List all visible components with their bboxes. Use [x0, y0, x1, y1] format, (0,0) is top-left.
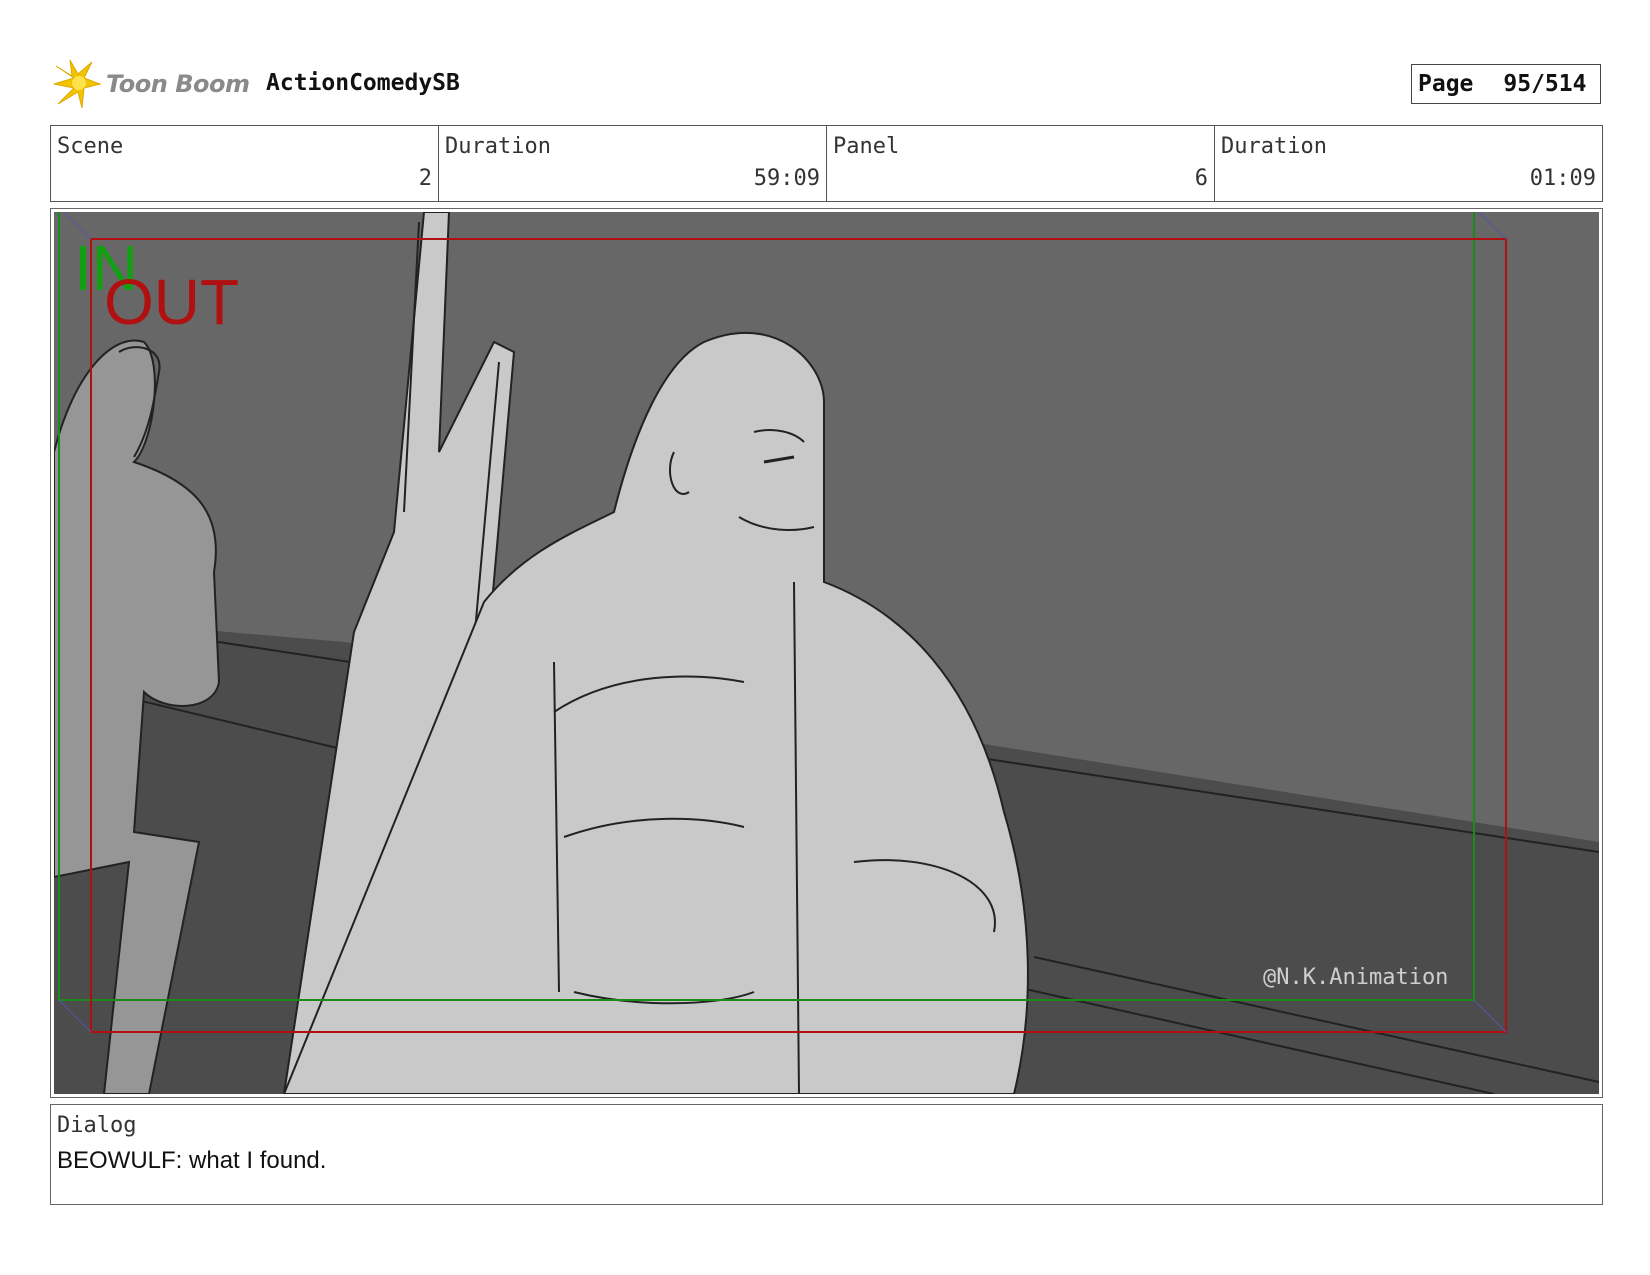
scene-duration-value: 59:09	[753, 166, 820, 191]
watermark: @N.K.Animation	[1263, 965, 1448, 990]
toon-boom-logo: Toon Boom	[52, 58, 250, 110]
starburst-logo-icon	[53, 59, 102, 109]
scene-cell: Scene 2	[51, 126, 439, 201]
panel-duration-label: Duration	[1221, 134, 1327, 159]
scene-value: 2	[418, 166, 432, 191]
panel-label: Panel	[833, 134, 900, 159]
out-marker: OUT	[104, 266, 239, 338]
dialog-label: Dialog	[57, 1113, 137, 1138]
panel-duration-value: 01:09	[1529, 166, 1596, 191]
page-number: 95/514	[1503, 71, 1587, 97]
scene-label: Scene	[57, 134, 124, 159]
dialog-box: Dialog BEOWULF: what I found.	[50, 1104, 1603, 1205]
panel-cell: Panel 6	[827, 126, 1215, 201]
page-label: Page	[1418, 71, 1474, 97]
scene-duration-cell: Duration 59:09	[439, 126, 827, 201]
scene-duration-label: Duration	[445, 134, 551, 159]
storyboard-panel-drawing: IN OUT @N.K.Animation	[54, 212, 1599, 1094]
page-indicator: Page 95/514	[1411, 64, 1601, 104]
panel-duration-cell: Duration 01:09	[1215, 126, 1602, 201]
panel-value: 6	[1194, 166, 1208, 191]
logo-text: Toon Boom	[106, 70, 250, 98]
scene-info-table: Scene 2 Duration 59:09 Panel 6 Duration …	[50, 125, 1603, 202]
dialog-text: BEOWULF: what I found.	[57, 1147, 327, 1174]
project-title: ActionComedySB	[266, 70, 460, 96]
